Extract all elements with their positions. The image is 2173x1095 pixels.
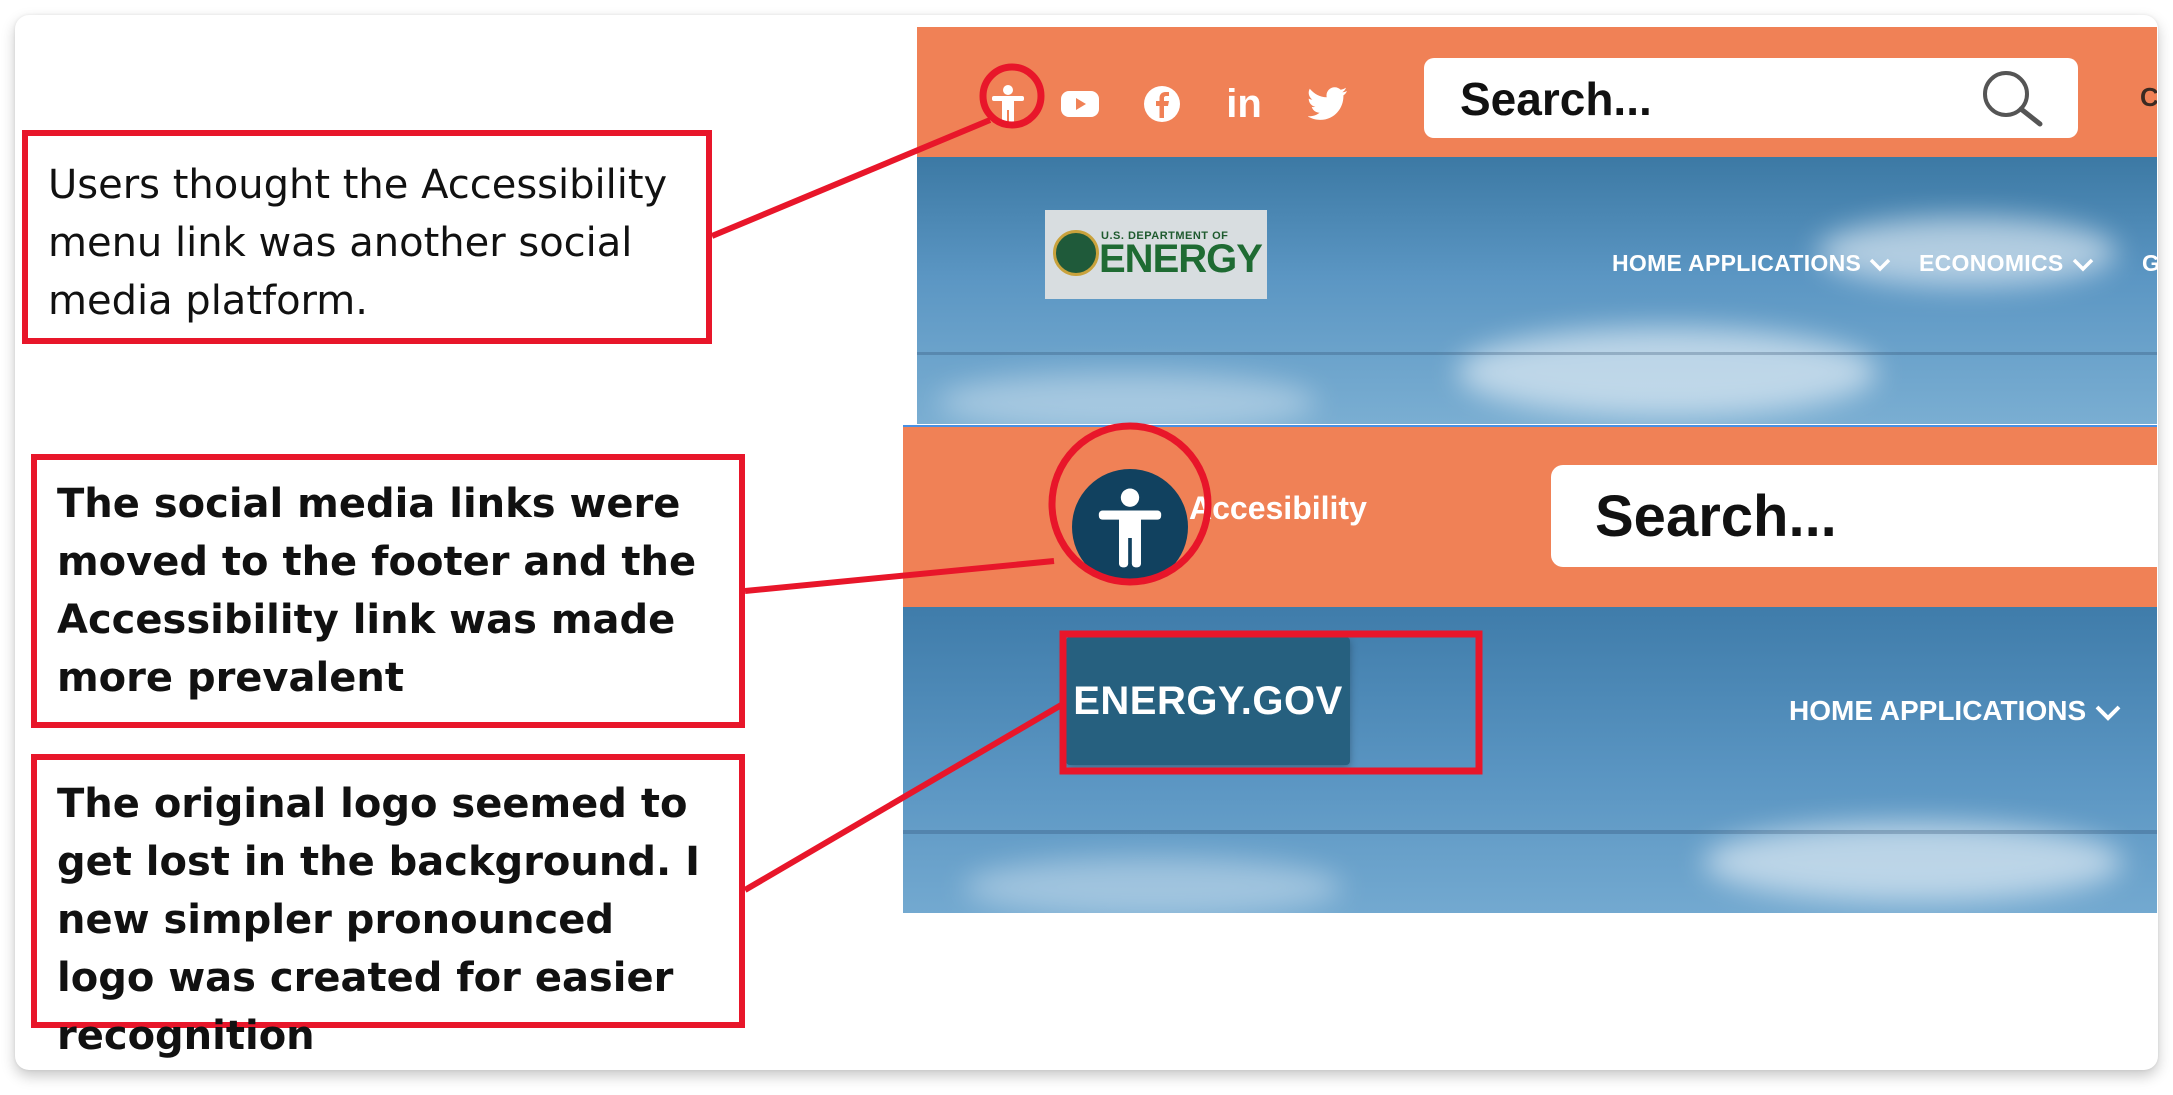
callout-accessibility-confusion: Users thought the Accessibility menu lin… bbox=[22, 130, 712, 344]
search-icon[interactable] bbox=[1978, 68, 2048, 133]
callout-text: The social media links were moved to the… bbox=[57, 481, 697, 701]
accessibility-icon[interactable] bbox=[987, 83, 1029, 125]
cutoff-link[interactable]: Co bbox=[2140, 82, 2157, 113]
energy-gov-logo[interactable]: ENERGY.GOV bbox=[1066, 637, 1350, 765]
facebook-icon[interactable] bbox=[1141, 83, 1183, 125]
nav-home-applications[interactable]: HOME APPLICATIONS bbox=[1612, 250, 1891, 278]
search-input[interactable]: Search... bbox=[1551, 465, 2157, 567]
youtube-icon[interactable] bbox=[1059, 83, 1101, 125]
callout-logo-redesign: The original logo seemed to get lost in … bbox=[31, 754, 745, 1059]
search-placeholder: Search... bbox=[1460, 73, 1652, 125]
linkedin-icon[interactable]: in bbox=[1223, 82, 1265, 126]
nav-economics[interactable]: ECONOMICS bbox=[1919, 250, 2094, 278]
chevron-down-icon bbox=[1869, 251, 1891, 278]
twitter-icon[interactable] bbox=[1307, 83, 1349, 125]
accessibility-link[interactable]: Accesibility bbox=[1189, 490, 1367, 527]
search-placeholder: Search... bbox=[1595, 484, 1837, 549]
chevron-down-icon bbox=[2072, 251, 2094, 278]
doe-seal-icon bbox=[1053, 230, 1099, 276]
nav-cutoff[interactable]: G bbox=[2142, 250, 2157, 277]
nav-home-applications[interactable]: HOME APPLICATIONS bbox=[1789, 695, 2122, 729]
callout-social-moved: The social media links were moved to the… bbox=[31, 454, 745, 728]
original-header-screenshot: in Search... Co U.S. DEPARTMENT OF ENERG… bbox=[917, 27, 2157, 424]
search-input[interactable]: Search... bbox=[1424, 58, 2078, 138]
divider bbox=[903, 830, 2157, 834]
doe-logo[interactable]: U.S. DEPARTMENT OF ENERGY bbox=[1045, 210, 1267, 299]
callout-text: The original logo seemed to get lost in … bbox=[57, 781, 700, 1059]
callout-text: Users thought the Accessibility menu lin… bbox=[48, 162, 668, 324]
accessibility-icon[interactable] bbox=[1072, 469, 1188, 585]
divider bbox=[917, 352, 2157, 355]
chevron-down-icon bbox=[2094, 697, 2122, 729]
new-header-screenshot: Accesibility Search... ENERGY.GOV HOME A… bbox=[903, 425, 2157, 913]
